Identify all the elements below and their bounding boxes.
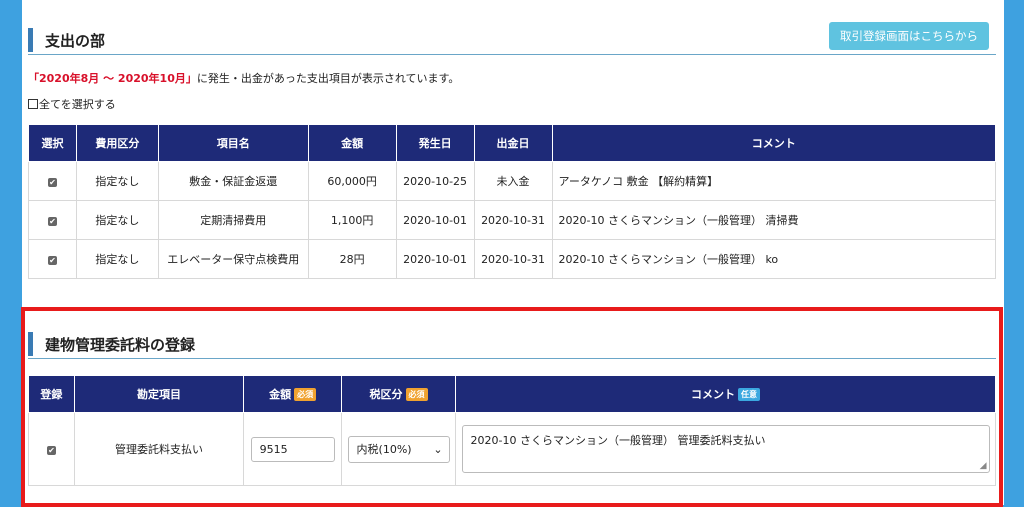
cell-comment: アータケノコ 敷金 【解約精算】 — [551, 161, 996, 201]
col-header-account: 勘定項目 — [73, 375, 245, 413]
period-range: 「2020年8月 ～ 2020年10月」 — [28, 72, 197, 85]
cell-occurred: 2020-10-01 — [395, 200, 475, 240]
col-header-comment: コメント — [551, 124, 996, 162]
period-note-text: に発生・出金があった支出項目が表示されています。 — [196, 72, 460, 85]
select-all-checkbox[interactable]: 全てを選択する — [28, 96, 116, 112]
cell-comment: 2020-10 さくらマンション（一般管理） 清掃費 — [551, 200, 996, 240]
transaction-register-button[interactable]: 取引登録画面はこちらから — [829, 22, 989, 50]
col-header-comment: コメント 任意 — [455, 375, 996, 413]
section-accent-bar — [28, 28, 33, 52]
col-header-amount: 金額 — [307, 124, 397, 162]
required-badge: 必須 — [294, 388, 317, 401]
table-row: ✔ 管理委託料支払い 9515 内税(10%) ⌄ 2020-10 さくらマンショ… — [28, 412, 996, 486]
chevron-down-icon: ⌄ — [433, 442, 443, 456]
mgmt-table: 登録 勘定項目 金額 必須 税区分 必須 コメント 任意 ✔ 管理委託料支払い 951… — [28, 375, 996, 486]
col-header-amount: 金額 必須 — [243, 375, 343, 413]
expense-table: 選択 費用区分 項目名 金額 発生日 出金日 コメント ✔ 指定なし 敷金・保証… — [28, 124, 996, 279]
cell-item: 敷金・保証金返還 — [157, 161, 309, 201]
cell-comment: 2020-10 さくらマンション（一般管理） ko — [551, 239, 996, 279]
tax-select-value: 内税(10%) — [356, 442, 412, 456]
col-header-tax: 税区分 必須 — [341, 375, 457, 413]
cell-item: エレベーター保守点検費用 — [157, 239, 309, 279]
comment-textarea-value: 2020-10 さくらマンション（一般管理） 管理委託料支払い — [470, 434, 766, 447]
table-row: ✔ 指定なし 定期清掃費用 1,100円 2020-10-01 2020-10-… — [28, 200, 996, 240]
resize-grip-icon[interactable]: ◢ — [980, 461, 987, 471]
period-note: 「2020年8月 ～ 2020年10月」に発生・出金があった支出項目が表示されて… — [28, 70, 459, 86]
optional-badge: 任意 — [738, 388, 760, 401]
cell-amount: 60,000円 — [307, 161, 397, 201]
comment-textarea[interactable]: 2020-10 さくらマンション（一般管理） 管理委託料支払い ◢ — [461, 425, 990, 473]
comment-header-label: コメント — [691, 388, 735, 401]
cell-paid: 未入金 — [473, 161, 553, 201]
row-checkbox[interactable]: ✔ — [47, 216, 57, 226]
cell-occurred: 2020-10-25 — [395, 161, 475, 201]
row-checkbox[interactable]: ✔ — [47, 177, 57, 187]
cell-paid: 2020-10-31 — [473, 239, 553, 279]
col-header-register: 登録 — [28, 375, 75, 413]
cell-occurred: 2020-10-01 — [395, 239, 475, 279]
tax-select[interactable]: 内税(10%) ⌄ — [347, 435, 450, 463]
register-checkbox[interactable]: ✔ — [46, 445, 56, 455]
cell-account: 管理委託料支払い — [73, 412, 245, 486]
cell-amount: 28円 — [307, 239, 397, 279]
table-header-row: 選択 費用区分 項目名 金額 発生日 出金日 コメント — [28, 124, 996, 162]
tax-header-label: 税区分 — [369, 388, 403, 401]
col-header-select: 選択 — [28, 124, 77, 162]
mgmt-header-row: 登録 勘定項目 金額 必須 税区分 必須 コメント 任意 — [28, 375, 996, 413]
cell-paid: 2020-10-31 — [473, 200, 553, 240]
cell-category: 指定なし — [75, 200, 159, 240]
mgmt-section-header: 建物管理委託料の登録 — [28, 330, 996, 359]
required-badge: 必須 — [405, 388, 428, 401]
section-accent-bar — [28, 332, 33, 356]
col-header-occurred: 発生日 — [395, 124, 475, 162]
select-all-label: 全てを選択する — [39, 98, 116, 111]
table-row: ✔ 指定なし 敷金・保証金返還 60,000円 2020-10-25 未入金 ア… — [28, 161, 996, 201]
expense-section-title: 支出の部 — [45, 32, 106, 50]
col-header-item: 項目名 — [157, 124, 309, 162]
cell-category: 指定なし — [75, 161, 159, 201]
table-row: ✔ 指定なし エレベーター保守点検費用 28円 2020-10-01 2020-… — [28, 239, 996, 279]
row-checkbox[interactable]: ✔ — [47, 255, 57, 265]
cell-category: 指定なし — [75, 239, 159, 279]
mgmt-section-title: 建物管理委託料の登録 — [45, 336, 196, 354]
col-header-category: 費用区分 — [75, 124, 159, 162]
checkbox-icon[interactable] — [28, 99, 38, 109]
cell-amount: 1,100円 — [307, 200, 397, 240]
amount-input[interactable]: 9515 — [250, 436, 335, 462]
cell-item: 定期清掃費用 — [157, 200, 309, 240]
amount-header-label: 金額 — [269, 388, 292, 401]
col-header-paid: 出金日 — [473, 124, 553, 162]
